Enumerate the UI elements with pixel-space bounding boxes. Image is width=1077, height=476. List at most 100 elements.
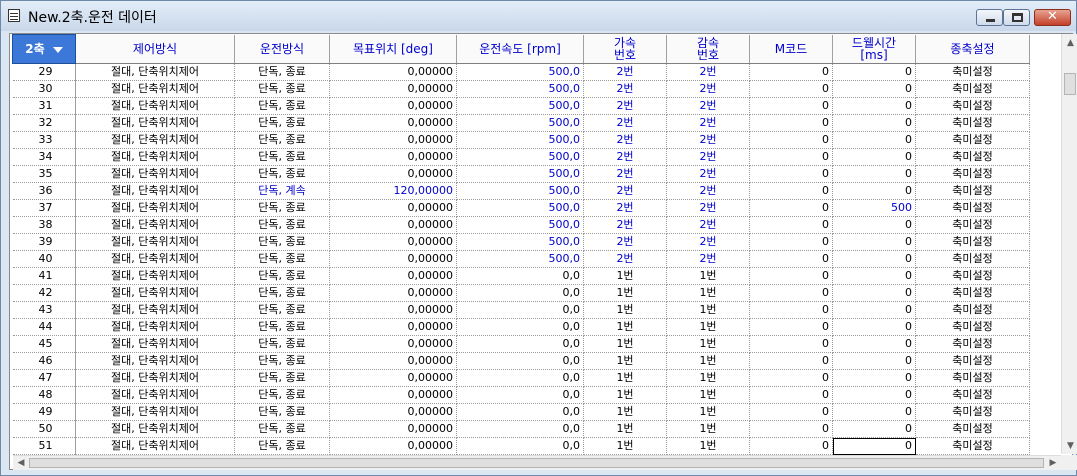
horizontal-scrollbar[interactable]: ◀ ▶ — [13, 455, 1061, 470]
cell-pos[interactable]: 0,00000 — [329, 199, 457, 217]
cell-op[interactable]: 단독, 종료 — [234, 352, 330, 370]
cell-axis[interactable]: 축미설정 — [915, 437, 1030, 455]
table-row[interactable]: 30 절대, 단축위치제어 단독, 종료 0,00000 500,0 2번 2번 0 0 축미설정 — [12, 80, 1030, 98]
scroll-up-arrow-icon[interactable]: ▲ — [1062, 36, 1077, 50]
cell-speed[interactable]: 500,0 — [456, 182, 584, 200]
cell-dwell[interactable]: 0 — [832, 318, 916, 336]
cell-acc[interactable]: 2번 — [583, 131, 667, 149]
row-number[interactable]: 33 — [12, 131, 76, 149]
cell-acc[interactable]: 2번 — [583, 165, 667, 183]
cell-m[interactable]: 0 — [749, 420, 833, 438]
cell-dec[interactable]: 1번 — [666, 420, 750, 438]
cell-m[interactable]: 0 — [749, 250, 833, 268]
cell-mode[interactable]: 절대, 단축위치제어 — [75, 420, 235, 438]
table-row[interactable]: 40 절대, 단축위치제어 단독, 종료 0,00000 500,0 2번 2번 0 0 축미설정 — [12, 250, 1030, 268]
cell-acc[interactable]: 1번 — [583, 318, 667, 336]
row-number[interactable]: 46 — [12, 352, 76, 370]
table-row[interactable]: 38 절대, 단축위치제어 단독, 종료 0,00000 500,0 2번 2번 0 0 축미설정 — [12, 216, 1030, 234]
column-header-dec[interactable]: 감속 번호 — [666, 34, 750, 64]
cell-acc[interactable]: 1번 — [583, 301, 667, 319]
cell-pos[interactable]: 0,00000 — [329, 114, 457, 132]
table-row[interactable]: 35 절대, 단축위치제어 단독, 종료 0,00000 500,0 2번 2번 0 0 축미설정 — [12, 165, 1030, 183]
cell-speed[interactable]: 500,0 — [456, 97, 584, 115]
cell-mode[interactable]: 절대, 단축위치제어 — [75, 233, 235, 251]
row-number[interactable]: 43 — [12, 301, 76, 319]
cell-pos[interactable]: 0,00000 — [329, 369, 457, 387]
cell-axis[interactable]: 축미설정 — [915, 80, 1030, 98]
cell-speed[interactable]: 0,0 — [456, 420, 584, 438]
table-row[interactable]: 36 절대, 단축위치제어 단독, 계속 120,00000 500,0 2번 2번 0 0 축미… — [12, 182, 1030, 200]
cell-speed[interactable]: 500,0 — [456, 63, 584, 81]
cell-m[interactable]: 0 — [749, 267, 833, 285]
table-row[interactable]: 42 절대, 단축위치제어 단독, 종료 0,00000 0,0 1번 1번 0 0 축미설정 — [12, 284, 1030, 302]
cell-speed[interactable]: 0,0 — [456, 267, 584, 285]
cell-m[interactable]: 0 — [749, 80, 833, 98]
row-number[interactable]: 31 — [12, 97, 76, 115]
cell-m[interactable]: 0 — [749, 335, 833, 353]
table-row[interactable]: 33 절대, 단축위치제어 단독, 종료 0,00000 500,0 2번 2번 0 0 축미설정 — [12, 131, 1030, 149]
cell-m[interactable]: 0 — [749, 63, 833, 81]
cell-axis[interactable]: 축미설정 — [915, 165, 1030, 183]
cell-dwell[interactable]: 0 — [832, 437, 916, 455]
cell-speed[interactable]: 500,0 — [456, 148, 584, 166]
cell-axis[interactable]: 축미설정 — [915, 301, 1030, 319]
cell-dec[interactable]: 2번 — [666, 97, 750, 115]
row-number[interactable]: 39 — [12, 233, 76, 251]
row-number[interactable]: 36 — [12, 182, 76, 200]
cell-op[interactable]: 단독, 종료 — [234, 369, 330, 387]
cell-dec[interactable]: 2번 — [666, 165, 750, 183]
cell-axis[interactable]: 축미설정 — [915, 216, 1030, 234]
cell-dec[interactable]: 1번 — [666, 386, 750, 404]
cell-op[interactable]: 단독, 종료 — [234, 97, 330, 115]
cell-axis[interactable]: 축미설정 — [915, 114, 1030, 132]
row-number[interactable]: 47 — [12, 369, 76, 387]
horizontal-scroll-thumb[interactable] — [29, 458, 1044, 468]
cell-m[interactable]: 0 — [749, 437, 833, 455]
cell-mode[interactable]: 절대, 단축위치제어 — [75, 131, 235, 149]
cell-op[interactable]: 단독, 종료 — [234, 80, 330, 98]
cell-axis[interactable]: 축미설정 — [915, 267, 1030, 285]
cell-m[interactable]: 0 — [749, 148, 833, 166]
cell-m[interactable]: 0 — [749, 114, 833, 132]
maximize-button[interactable] — [1003, 9, 1030, 26]
table-row[interactable]: 51 절대, 단축위치제어 단독, 종료 0,00000 0,0 1번 1번 0 0 축미설정 — [12, 437, 1030, 455]
cell-dwell[interactable]: 0 — [832, 97, 916, 115]
cell-m[interactable]: 0 — [749, 131, 833, 149]
cell-op[interactable]: 단독, 종료 — [234, 114, 330, 132]
cell-dwell[interactable]: 0 — [832, 335, 916, 353]
cell-acc[interactable]: 2번 — [583, 182, 667, 200]
column-header-acc[interactable]: 가속 번호 — [583, 34, 667, 64]
row-number[interactable]: 51 — [12, 437, 76, 455]
cell-op[interactable]: 단독, 종료 — [234, 199, 330, 217]
column-header-mode[interactable]: 제어방식 — [75, 34, 235, 64]
row-number[interactable]: 32 — [12, 114, 76, 132]
table-row[interactable]: 48 절대, 단축위치제어 단독, 종료 0,00000 0,0 1번 1번 0 0 축미설정 — [12, 386, 1030, 404]
column-header-axis[interactable]: 종축설정 — [915, 34, 1030, 64]
cell-speed[interactable]: 500,0 — [456, 131, 584, 149]
cell-pos[interactable]: 0,00000 — [329, 386, 457, 404]
cell-acc[interactable]: 2번 — [583, 114, 667, 132]
cell-m[interactable]: 0 — [749, 369, 833, 387]
cell-op[interactable]: 단독, 종료 — [234, 250, 330, 268]
row-number[interactable]: 42 — [12, 284, 76, 302]
cell-speed[interactable]: 500,0 — [456, 250, 584, 268]
cell-m[interactable]: 0 — [749, 386, 833, 404]
cell-mode[interactable]: 절대, 단축위치제어 — [75, 216, 235, 234]
cell-dec[interactable]: 2번 — [666, 131, 750, 149]
cell-axis[interactable]: 축미설정 — [915, 352, 1030, 370]
cell-m[interactable]: 0 — [749, 216, 833, 234]
cell-speed[interactable]: 500,0 — [456, 216, 584, 234]
cell-dec[interactable]: 2번 — [666, 216, 750, 234]
cell-axis[interactable]: 축미설정 — [915, 250, 1030, 268]
cell-acc[interactable]: 2번 — [583, 199, 667, 217]
cell-pos[interactable]: 0,00000 — [329, 335, 457, 353]
table-row[interactable]: 43 절대, 단축위치제어 단독, 종료 0,00000 0,0 1번 1번 0 0 축미설정 — [12, 301, 1030, 319]
axis-selector-header[interactable]: 2축 — [12, 34, 76, 64]
cell-op[interactable]: 단독, 종료 — [234, 335, 330, 353]
cell-dec[interactable]: 1번 — [666, 284, 750, 302]
cell-axis[interactable]: 축미설정 — [915, 318, 1030, 336]
cell-dwell[interactable]: 0 — [832, 267, 916, 285]
table-row[interactable]: 44 절대, 단축위치제어 단독, 종료 0,00000 0,0 1번 1번 0 0 축미설정 — [12, 318, 1030, 336]
cell-op[interactable]: 단독, 종료 — [234, 148, 330, 166]
cell-acc[interactable]: 2번 — [583, 97, 667, 115]
